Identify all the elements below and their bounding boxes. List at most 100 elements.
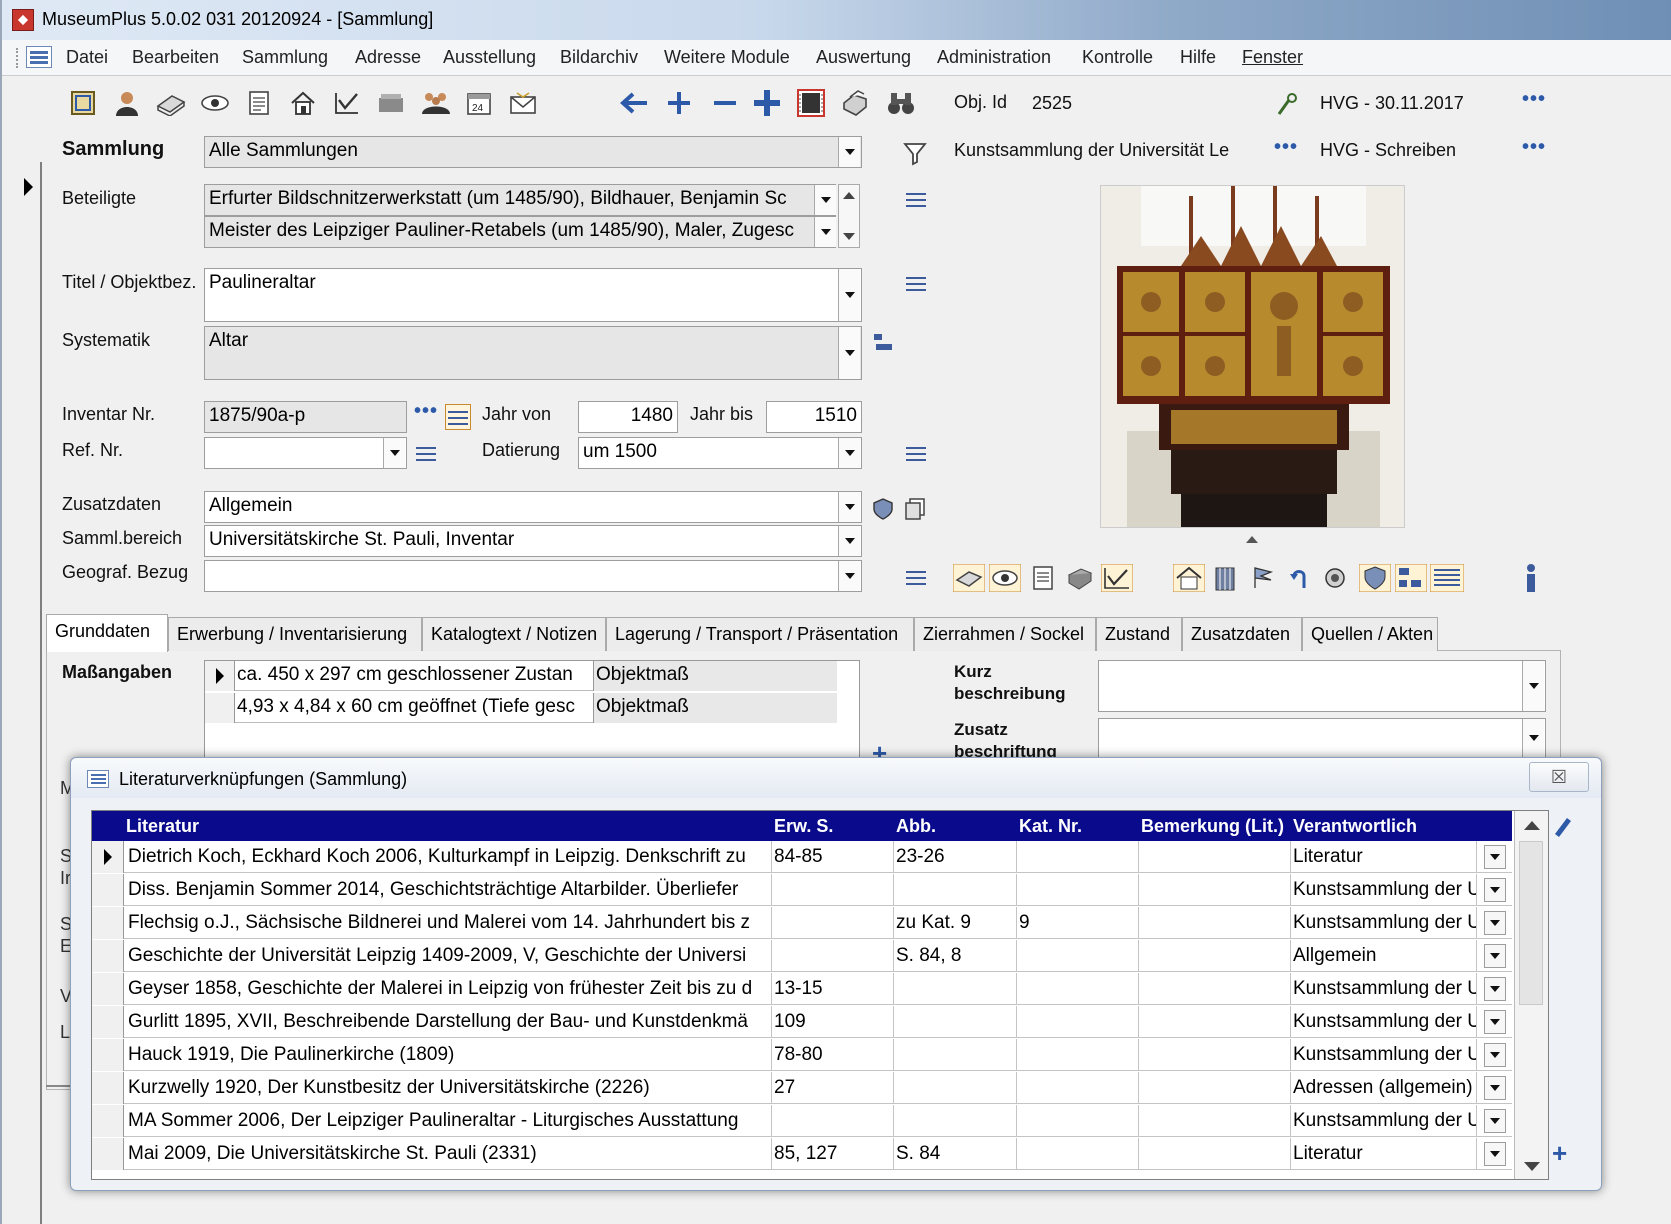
cell-erw-s[interactable]: 78-80 [772,1039,894,1071]
cell-abb[interactable] [894,1105,1017,1137]
tab-erwerbung[interactable]: Erwerbung / Inventarisierung [168,617,422,651]
cell-abb[interactable] [894,1072,1017,1104]
inventar-list-icon[interactable] [445,404,471,430]
printer-icon[interactable] [838,86,872,120]
cell-verantwortlich[interactable]: Kunstsammlung der U [1291,973,1477,1005]
cell-bemerkung[interactable] [1139,1072,1291,1104]
object-image[interactable] [1100,185,1405,528]
cell-erw-s[interactable]: 109 [772,1006,894,1038]
row-selector[interactable] [92,874,124,906]
cell-kat-nr[interactable] [1017,1105,1139,1137]
verantwortlich-dropdown-icon[interactable] [1484,1142,1506,1166]
titel-dropdown-icon[interactable] [838,269,860,321]
row-selector[interactable] [92,973,124,1005]
cell-verantwortlich[interactable]: Kunstsammlung der U [1291,907,1477,939]
titel-field[interactable]: Paulineraltar [204,268,862,322]
sammlung-dropdown-icon[interactable] [838,137,860,167]
filter-icon[interactable] [900,138,930,168]
tab-grunddaten[interactable]: Grunddaten [46,614,168,652]
cell-kat-nr[interactable] [1017,1006,1139,1038]
literature-books-icon[interactable] [952,558,986,598]
menu-bearbeiten[interactable]: Bearbeiten [132,47,219,68]
cell-abb[interactable]: zu Kat. 9 [894,907,1017,939]
table-grid-icon[interactable] [1430,558,1464,598]
envelope-icon[interactable] [508,88,538,118]
menu-kontrolle[interactable]: Kontrolle [1082,47,1153,68]
tab-zustand[interactable]: Zustand [1096,617,1182,651]
zusatzdaten-copy-icon[interactable] [900,494,930,524]
cell-verantwortlich[interactable]: Kunstsammlung der U [1291,1105,1477,1137]
cell-kat-nr[interactable] [1017,1072,1139,1104]
calendar-24-icon[interactable]: 24 [464,88,494,118]
systematik-tree-icon[interactable] [874,334,896,352]
row-selector[interactable] [92,1006,124,1038]
cell-kat-nr[interactable] [1017,1039,1139,1071]
minus-icon[interactable] [708,86,742,120]
plus-icon[interactable] [662,86,696,120]
table-row[interactable]: Gurlitt 1895, XVII, Beschreibende Darste… [92,1006,1512,1038]
beteiligte-row-2-dropdown-icon[interactable] [814,217,836,247]
row-selector[interactable] [92,1138,124,1170]
cell-verantwortlich[interactable]: Literatur [1291,1138,1477,1170]
menu-weitere-module[interactable]: Weitere Module [664,47,790,68]
cell-bemerkung[interactable] [1139,841,1291,873]
cell-erw-s[interactable]: 85, 127 [772,1138,894,1170]
notes-document-icon[interactable] [1026,558,1060,598]
masse-row[interactable]: 4,93 x 4,84 x 60 cm geöffnet (Tiefe gesc… [205,693,837,723]
row-selector[interactable] [92,940,124,972]
mdi-window-icon[interactable] [26,46,52,68]
cell-erw-s[interactable] [772,874,894,906]
cell-literatur[interactable]: Mai 2009, Die Universitätskirche St. Pau… [126,1138,772,1170]
col-literatur[interactable]: Literatur [126,816,199,837]
cell-literatur[interactable]: MA Sommer 2006, Der Leipziger Paulineral… [126,1105,772,1137]
verantwortlich-dropdown-icon[interactable] [1484,1010,1506,1034]
masse-row-selector[interactable] [205,693,235,723]
arrow-left-icon[interactable] [616,86,650,120]
beteiligte-list-icon[interactable] [906,192,926,208]
kurzbeschreibung-field[interactable] [1098,660,1546,712]
cell-verantwortlich[interactable]: Kunstsammlung der U [1291,1039,1477,1071]
tab-lagerung[interactable]: Lagerung / Transport / Präsentation [606,617,914,651]
undo-hook-icon[interactable] [1282,558,1316,598]
globe-icon[interactable] [1318,558,1352,598]
books-icon[interactable] [156,88,186,118]
zusatzbeschriftung-dropdown-icon[interactable] [1522,719,1544,757]
cell-bemerkung[interactable] [1139,1105,1291,1137]
cell-literatur[interactable]: Dietrich Koch, Eckhard Koch 2006, Kultur… [126,841,772,873]
ref-dropdown-icon[interactable] [383,438,405,468]
archive-icon[interactable] [1208,558,1242,598]
cell-erw-s[interactable]: 27 [772,1072,894,1104]
location-house-icon[interactable] [1172,558,1206,598]
menu-fenster[interactable]: Fenster [1242,47,1303,68]
grid-vertical-scrollbar[interactable] [1514,811,1548,1179]
menu-hilfe[interactable]: Hilfe [1180,47,1216,68]
cell-erw-s[interactable]: 13-15 [772,973,894,1005]
verantwortlich-dropdown-icon[interactable] [1484,1109,1506,1133]
menu-administration[interactable]: Administration [937,47,1051,68]
col-verantwortlich[interactable]: Verantwortlich [1293,816,1417,837]
map-flag-icon[interactable] [1246,558,1280,598]
cell-bemerkung[interactable] [1139,940,1291,972]
hierarchy-icon[interactable] [1394,558,1428,598]
kurzbeschreibung-dropdown-icon[interactable] [1522,661,1544,711]
binoculars-icon[interactable] [884,86,918,120]
cell-verantwortlich[interactable]: Allgemein [1291,940,1477,972]
table-row[interactable]: Kurzwelly 1920, Der Kunstbesitz der Univ… [92,1072,1512,1104]
cell-abb[interactable] [894,1039,1017,1071]
table-row[interactable]: Geschichte der Universität Leipzig 1409-… [92,940,1512,972]
collection-owner-more-icon[interactable]: ••• [1274,136,1298,159]
row-selector[interactable] [92,1105,124,1137]
table-row[interactable]: Flechsig o.J., Sächsische Bildnerei und … [92,907,1512,939]
menu-auswertung[interactable]: Auswertung [816,47,911,68]
document-icon[interactable] [244,88,274,118]
cell-erw-s[interactable] [772,940,894,972]
cell-kat-nr[interactable]: 9 [1017,907,1139,939]
geograf-dropdown-icon[interactable] [838,561,860,591]
cell-bemerkung[interactable] [1139,1006,1291,1038]
cell-bemerkung[interactable] [1139,1039,1291,1071]
sammlbereich-dropdown-icon[interactable] [838,526,860,556]
inventar-more-icon[interactable]: ••• [414,400,438,423]
tab-quellen[interactable]: Quellen / Akten [1302,617,1438,651]
titel-list-icon[interactable] [906,276,926,292]
menu-sammlung[interactable]: Sammlung [242,47,328,68]
